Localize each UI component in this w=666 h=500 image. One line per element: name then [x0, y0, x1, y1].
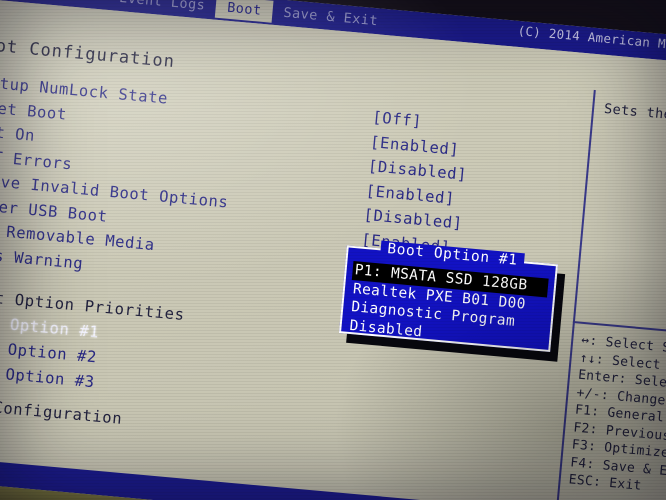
setting-value[interactable]: [Off]: [372, 108, 423, 130]
bios-screen-body: Boot Configuration Bootup NumLock State …: [0, 0, 666, 500]
boot-priorities-list: Boot Option #1 Boot Option #2 Boot Optio…: [0, 311, 100, 398]
page-title: Boot Configuration: [0, 34, 176, 73]
help-description: Sets the: [603, 100, 666, 124]
boot-option-dialog[interactable]: Boot Option #1 P1: MSATA SSD 128GB Realt…: [338, 240, 559, 353]
csm-configuration-label: CSM Configuration: [0, 395, 123, 428]
bios-screen-panel: Security Power Event Logs Boot Save & Ex…: [0, 0, 666, 500]
help-key-legend: ↔: Select Screen ↑↓: Select Item Enter: …: [568, 332, 666, 500]
tab-boot[interactable]: Boot: [215, 0, 274, 23]
bios-photo-screenshot: Security Power Event Logs Boot Save & Ex…: [0, 0, 666, 500]
csm-configuration-item[interactable]: ▸CSM Configuration: [0, 393, 123, 428]
